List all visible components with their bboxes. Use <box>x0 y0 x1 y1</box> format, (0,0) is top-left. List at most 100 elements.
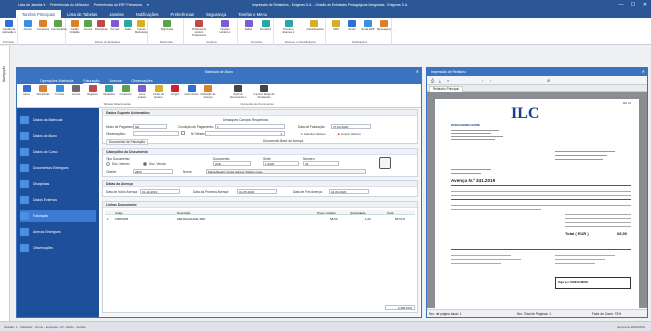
window-list-menu[interactable]: Lista de Janelas ▾ <box>18 3 45 7</box>
enrollment-ribbon-button[interactable]: Disciplinas <box>36 85 51 96</box>
sidebar-item[interactable]: Dados da Matrícula <box>20 114 96 126</box>
enrollment-ribbon-label: Ciclos de Ensino <box>152 93 165 99</box>
end-date-input[interactable]: 01-06-2020 <box>329 189 369 194</box>
enrollment-ribbon-button[interactable]: Anos Graus <box>184 85 199 96</box>
minimize-button[interactable]: — <box>615 0 627 10</box>
main-tab-3[interactable]: Janelas <box>103 10 129 18</box>
ribbon-button[interactable]: Sumários <box>259 20 273 31</box>
ribbon-button-icon <box>380 20 388 27</box>
number-input[interactable]: 34 <box>303 161 339 166</box>
observations-input[interactable] <box>133 131 179 136</box>
enrollment-ribbon-button[interactable]: Imprimir Mapa de Pendentes <box>253 85 275 99</box>
main-tab-7[interactable]: Tarefas e Menu <box>232 10 273 18</box>
sidebar-item[interactable]: Disciplinas <box>20 178 96 190</box>
export-icon[interactable]: ⤓ <box>439 78 441 83</box>
sidebar-item[interactable]: Dados do Curso <box>20 146 96 158</box>
payment-condition-input[interactable]: 1 <box>215 124 285 129</box>
main-tab-2[interactable]: Lista de Tabelas <box>61 10 103 18</box>
sidebar-item[interactable]: Dados do Aluno <box>20 130 96 142</box>
enrollment-ribbon-button[interactable]: Anos Letivos <box>135 85 150 99</box>
enrollment-tab-2[interactable]: Faturação <box>78 77 104 84</box>
observations-checkbox[interactable] <box>181 131 185 135</box>
navigation-rail[interactable]: Navegação <box>0 46 10 321</box>
erp-preferences-link[interactable]: Preferências do ERP Primavera <box>94 3 142 7</box>
enrollment-ribbon-button[interactable]: Artigos <box>168 85 183 96</box>
main-tab-1[interactable]: Tarefas Principais <box>16 10 62 18</box>
ribbon-button[interactable]: Email ERP <box>361 20 375 31</box>
sidebar-item[interactable]: Anexos Entregues <box>20 226 96 238</box>
billing-document-tab[interactable]: Documento de Faturação <box>106 139 148 145</box>
ribbon-button[interactable]: Email <box>345 20 359 31</box>
ribbon-button[interactable]: Provas e Exames ▾ <box>282 20 296 34</box>
enrollment-ribbon-button[interactable]: Imprimir Documento ▾ <box>227 85 249 99</box>
client-name-input[interactable]: Maria Beatriz Arrais Santos Tolletti Lop… <box>206 169 366 174</box>
calculate-values-button[interactable]: ■ Calcular Valores <box>301 131 326 136</box>
ribbon-button[interactable]: Gestão de Aplicação ▾ <box>2 20 16 34</box>
start-date-input[interactable]: 01-10-2019 <box>140 189 180 194</box>
client-input[interactable]: 2803 <box>133 169 173 174</box>
base-document-tab[interactable]: Documento Base de Avença <box>263 139 303 143</box>
sidebar-item[interactable]: Observações <box>20 242 96 254</box>
ribbon-button[interactable]: Cursos <box>81 20 95 31</box>
ribbon-button[interactable]: Salas <box>121 20 135 31</box>
print-icon[interactable] <box>379 157 391 169</box>
series-input[interactable]: 1.2020 <box>263 161 299 166</box>
enrollment-close-icon[interactable]: ✕ <box>416 69 419 74</box>
prev-page-icon[interactable]: ‹ <box>482 78 483 83</box>
sidebar-item[interactable]: Dados Externos <box>20 194 96 206</box>
ribbon-button[interactable]: SMS <box>329 20 343 31</box>
ribbon-button[interactable]: Alunos <box>21 20 35 31</box>
ribbon-button[interactable]: Funcionários <box>51 20 67 31</box>
next-page-icon[interactable]: › <box>490 78 491 83</box>
internal-doc-radio[interactable] <box>106 162 110 166</box>
enrollment-ribbon-button[interactable]: Registos <box>85 85 100 96</box>
ribbon-button[interactable]: Classificações <box>307 20 324 31</box>
ribbon-button[interactable]: Mensagens <box>377 20 391 31</box>
ribbon-button[interactable]: Opções Horário ▾ <box>218 20 232 34</box>
enrollment-ribbon-button[interactable]: Definição de Avença <box>201 85 216 99</box>
enrollment-ribbon-button[interactable]: Turmas <box>52 85 67 96</box>
search-icon[interactable]: ⌕ <box>447 78 449 83</box>
sidebar-item[interactable]: Faturação <box>20 210 96 222</box>
ribbon-button[interactable]: Faltas <box>242 20 256 31</box>
maximize-button[interactable]: ☐ <box>627 0 639 10</box>
ribbon-button[interactable]: Contactos <box>36 20 50 31</box>
sidebar-item[interactable]: Documentos Entregues <box>20 162 96 174</box>
enrollment-ribbon-button[interactable]: Contactos <box>118 85 133 96</box>
ribbon-button[interactable]: Cursos Modulares <box>134 20 148 34</box>
main-tab-5[interactable]: Preferências <box>165 10 201 18</box>
document-input[interactable]: AVE <box>213 161 251 166</box>
enrollment-ribbon-button[interactable]: Aluno <box>19 85 34 96</box>
support-data-header: Dados Suporte Automático <box>103 110 417 116</box>
close-button[interactable]: ✕ <box>639 0 651 10</box>
main-tab-6[interactable]: Segurança <box>200 10 232 18</box>
ribbon-button-icon <box>54 20 63 27</box>
ribbon-button[interactable]: Cartão Cidadão <box>68 20 82 34</box>
ribbon-button[interactable]: Disciplinas <box>94 20 108 31</box>
zoom-icon[interactable]: ⊕ <box>547 78 550 83</box>
print-icon[interactable]: ⎙ <box>431 78 434 83</box>
ribbon-button-icon <box>23 20 32 27</box>
payment-mode-input[interactable]: NR <box>133 124 167 129</box>
months-input[interactable]: 1 <box>205 131 285 136</box>
enrollment-tab-4[interactable]: Observações <box>127 77 158 84</box>
table-row[interactable]: 1 1MRS006 MENSALIDADE 3RD 68,50 1,00 68,… <box>105 216 415 221</box>
enrollment-ribbon-button[interactable]: Cursos <box>69 85 84 96</box>
enrollment-ribbon-button[interactable]: Ciclos de Ensino <box>151 85 166 99</box>
preview-close-icon[interactable]: ✕ <box>642 69 645 74</box>
enrollment-ribbon-button[interactable]: Situações <box>102 85 117 96</box>
ribbon-button[interactable]: Professores Horário Professores <box>192 20 206 37</box>
quick-access-dropdown[interactable]: ▾ <box>147 3 149 7</box>
main-tab-4[interactable]: Notificações <box>130 10 165 18</box>
ribbon-button[interactable]: Turmas <box>108 20 122 31</box>
user-preferences-link[interactable]: Preferências do Utilizador <box>50 3 89 7</box>
clear-values-button[interactable]: ■ Limpar Valores <box>338 131 361 136</box>
billing-date-input[interactable]: 27-02-2020 <box>331 124 371 129</box>
enrollment-tab-3[interactable]: Anexos <box>105 77 127 84</box>
next-date-input[interactable]: 01-05-2020 <box>237 189 277 194</box>
enrollment-tab-1[interactable]: Operações Matrícula <box>35 77 78 84</box>
sales-doc-radio[interactable] <box>143 162 147 166</box>
ribbon-button[interactable]: Matrículas <box>160 20 174 31</box>
document-header-panel: Cabeçalho do Documento Tipo Documento: D… <box>102 148 418 177</box>
contract-dates-panel: Datas da Avença Data de Início Avença: 0… <box>102 180 418 197</box>
